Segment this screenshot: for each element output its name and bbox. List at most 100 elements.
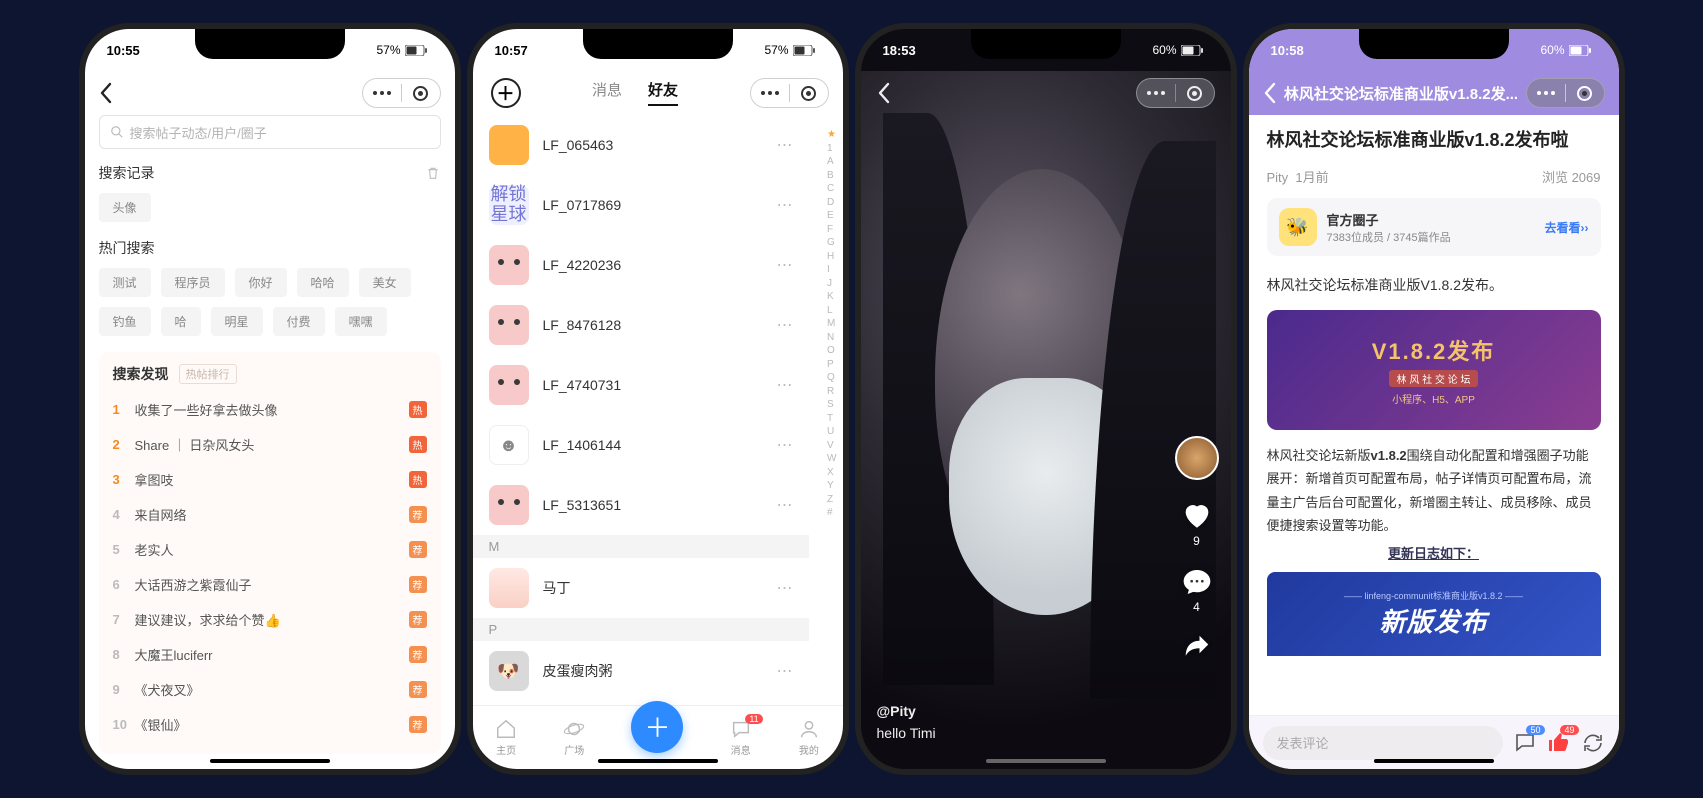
- contact-row[interactable]: 马丁 ⋯: [473, 558, 809, 618]
- discover-item[interactable]: 8 大魔王luciferr 荐: [113, 637, 427, 672]
- discover-rank-tab[interactable]: 热帖排行: [179, 364, 237, 384]
- hot-chip[interactable]: 付费: [273, 307, 325, 336]
- miniprogram-capsule[interactable]: [750, 78, 829, 108]
- index-letter[interactable]: T: [827, 413, 836, 426]
- add-button[interactable]: ＋: [491, 78, 521, 108]
- miniprogram-capsule[interactable]: [1526, 78, 1605, 108]
- nav-messages[interactable]: 11 消息: [729, 718, 753, 757]
- index-letter[interactable]: V: [827, 440, 836, 453]
- index-letter[interactable]: ★: [827, 129, 836, 142]
- hot-chip[interactable]: 钓鱼: [99, 307, 151, 336]
- hot-chip[interactable]: 哈哈: [297, 268, 349, 297]
- index-letter[interactable]: C: [827, 183, 836, 196]
- discover-item[interactable]: 1 收集了一些好拿去做头像 热: [113, 392, 427, 427]
- contact-row[interactable]: LF_4740731 ⋯: [473, 355, 809, 415]
- back-icon[interactable]: [877, 82, 891, 104]
- capsule-more-icon[interactable]: [751, 79, 789, 107]
- index-letter[interactable]: U: [827, 426, 836, 439]
- nav-me[interactable]: 我的: [798, 718, 820, 757]
- tab-friends[interactable]: 好友: [648, 79, 678, 106]
- hot-chip[interactable]: 明星: [211, 307, 263, 336]
- comments-button[interactable]: 50: [1513, 731, 1537, 755]
- home-indicator[interactable]: [1374, 759, 1494, 763]
- index-letter[interactable]: Z: [827, 494, 836, 507]
- capsule-more-icon[interactable]: [1527, 79, 1565, 107]
- capsule-close-icon[interactable]: [790, 79, 828, 107]
- index-letter[interactable]: O: [827, 345, 836, 358]
- index-letter[interactable]: 1: [827, 143, 836, 156]
- index-letter[interactable]: B: [827, 170, 836, 183]
- home-indicator[interactable]: [598, 759, 718, 763]
- like-button[interactable]: 9: [1180, 498, 1214, 548]
- index-letter[interactable]: X: [827, 467, 836, 480]
- contact-row[interactable]: LF_5313651 ⋯: [473, 475, 809, 535]
- history-chip[interactable]: 头像: [99, 193, 151, 222]
- index-letter[interactable]: H: [827, 251, 836, 264]
- more-icon[interactable]: ⋯: [777, 661, 793, 681]
- nav-square[interactable]: 广场: [562, 718, 586, 757]
- discover-item[interactable]: 4 来自网络 荐: [113, 497, 427, 532]
- comment-button[interactable]: 4: [1181, 566, 1213, 614]
- search-input[interactable]: 搜索帖子动态/用户/圈子: [99, 115, 441, 149]
- contact-list[interactable]: LF_065463 ⋯解锁星球 LF_0717869 ⋯ LF_4220236 …: [473, 115, 843, 705]
- discover-item[interactable]: 9 《犬夜叉》 荐: [113, 672, 427, 707]
- more-icon[interactable]: ⋯: [777, 135, 793, 155]
- like-button[interactable]: 49: [1547, 731, 1571, 755]
- more-icon[interactable]: ⋯: [777, 578, 793, 598]
- capsule-close-icon[interactable]: [402, 79, 440, 107]
- contact-row[interactable]: 解锁星球 LF_0717869 ⋯: [473, 175, 809, 235]
- video-content[interactable]: [861, 71, 1231, 769]
- back-icon[interactable]: [99, 82, 113, 104]
- clear-history-icon[interactable]: [425, 165, 441, 181]
- contact-row[interactable]: ☻ LF_1406144 ⋯: [473, 415, 809, 475]
- home-indicator[interactable]: [986, 759, 1106, 763]
- more-icon[interactable]: ⋯: [777, 495, 793, 515]
- hot-chip[interactable]: 测试: [99, 268, 151, 297]
- index-letter[interactable]: N: [827, 332, 836, 345]
- discover-item[interactable]: 6 大话西游之紫霞仙子 荐: [113, 567, 427, 602]
- more-icon[interactable]: ⋯: [777, 255, 793, 275]
- capsule-more-icon[interactable]: [363, 79, 401, 107]
- article-author[interactable]: Pity: [1267, 170, 1289, 185]
- hot-chip[interactable]: 程序员: [161, 268, 225, 297]
- alpha-index[interactable]: ★1ABCDEFGHIJKLMNOPQRSTUVWXYZ#: [827, 129, 836, 520]
- nav-home[interactable]: 主页: [495, 718, 517, 757]
- comment-input[interactable]: 发表评论: [1263, 726, 1503, 760]
- miniprogram-capsule[interactable]: [362, 78, 441, 108]
- contact-row[interactable]: 🐶 皮蛋瘦肉粥 ⋯: [473, 641, 809, 701]
- more-icon[interactable]: ⋯: [777, 435, 793, 455]
- index-letter[interactable]: #: [827, 507, 836, 520]
- index-letter[interactable]: P: [827, 359, 836, 372]
- share-button[interactable]: [1182, 632, 1212, 662]
- index-letter[interactable]: S: [827, 399, 836, 412]
- update-log-link[interactable]: 更新日志如下：: [1267, 543, 1601, 562]
- share-button[interactable]: [1581, 731, 1605, 755]
- index-letter[interactable]: D: [827, 197, 836, 210]
- index-letter[interactable]: G: [827, 237, 836, 250]
- at-author[interactable]: @Pity: [877, 703, 936, 719]
- discover-item[interactable]: 2 Share ｜ 日杂风女头 热: [113, 427, 427, 462]
- circle-card[interactable]: 🐝 官方圈子 7383位成员 / 3745篇作品 去看看››: [1267, 198, 1601, 256]
- article-body[interactable]: 林风社交论坛标准商业版v1.8.2发布啦 Pity 1月前 浏览 2069 🐝 …: [1249, 115, 1619, 715]
- more-icon[interactable]: ⋯: [777, 195, 793, 215]
- index-letter[interactable]: K: [827, 291, 836, 304]
- hot-chip[interactable]: 嘿嘿: [335, 307, 387, 336]
- back-icon[interactable]: [1263, 82, 1277, 104]
- discover-item[interactable]: 3 拿图吱 热: [113, 462, 427, 497]
- home-indicator[interactable]: [210, 759, 330, 763]
- miniprogram-capsule[interactable]: [1136, 78, 1215, 108]
- hot-chip[interactable]: 哈: [161, 307, 201, 336]
- capsule-more-icon[interactable]: [1137, 79, 1175, 107]
- capsule-close-icon[interactable]: [1176, 79, 1214, 107]
- index-letter[interactable]: R: [827, 386, 836, 399]
- index-letter[interactable]: E: [827, 210, 836, 223]
- more-icon[interactable]: ⋯: [777, 315, 793, 335]
- author-avatar[interactable]: [1175, 436, 1219, 480]
- index-letter[interactable]: W: [827, 453, 836, 466]
- circle-go-link[interactable]: 去看看››: [1545, 219, 1589, 236]
- contact-row[interactable]: LF_065463 ⋯: [473, 115, 809, 175]
- contact-row[interactable]: LF_8476128 ⋯: [473, 295, 809, 355]
- index-letter[interactable]: Q: [827, 372, 836, 385]
- index-letter[interactable]: F: [827, 224, 836, 237]
- index-letter[interactable]: M: [827, 318, 836, 331]
